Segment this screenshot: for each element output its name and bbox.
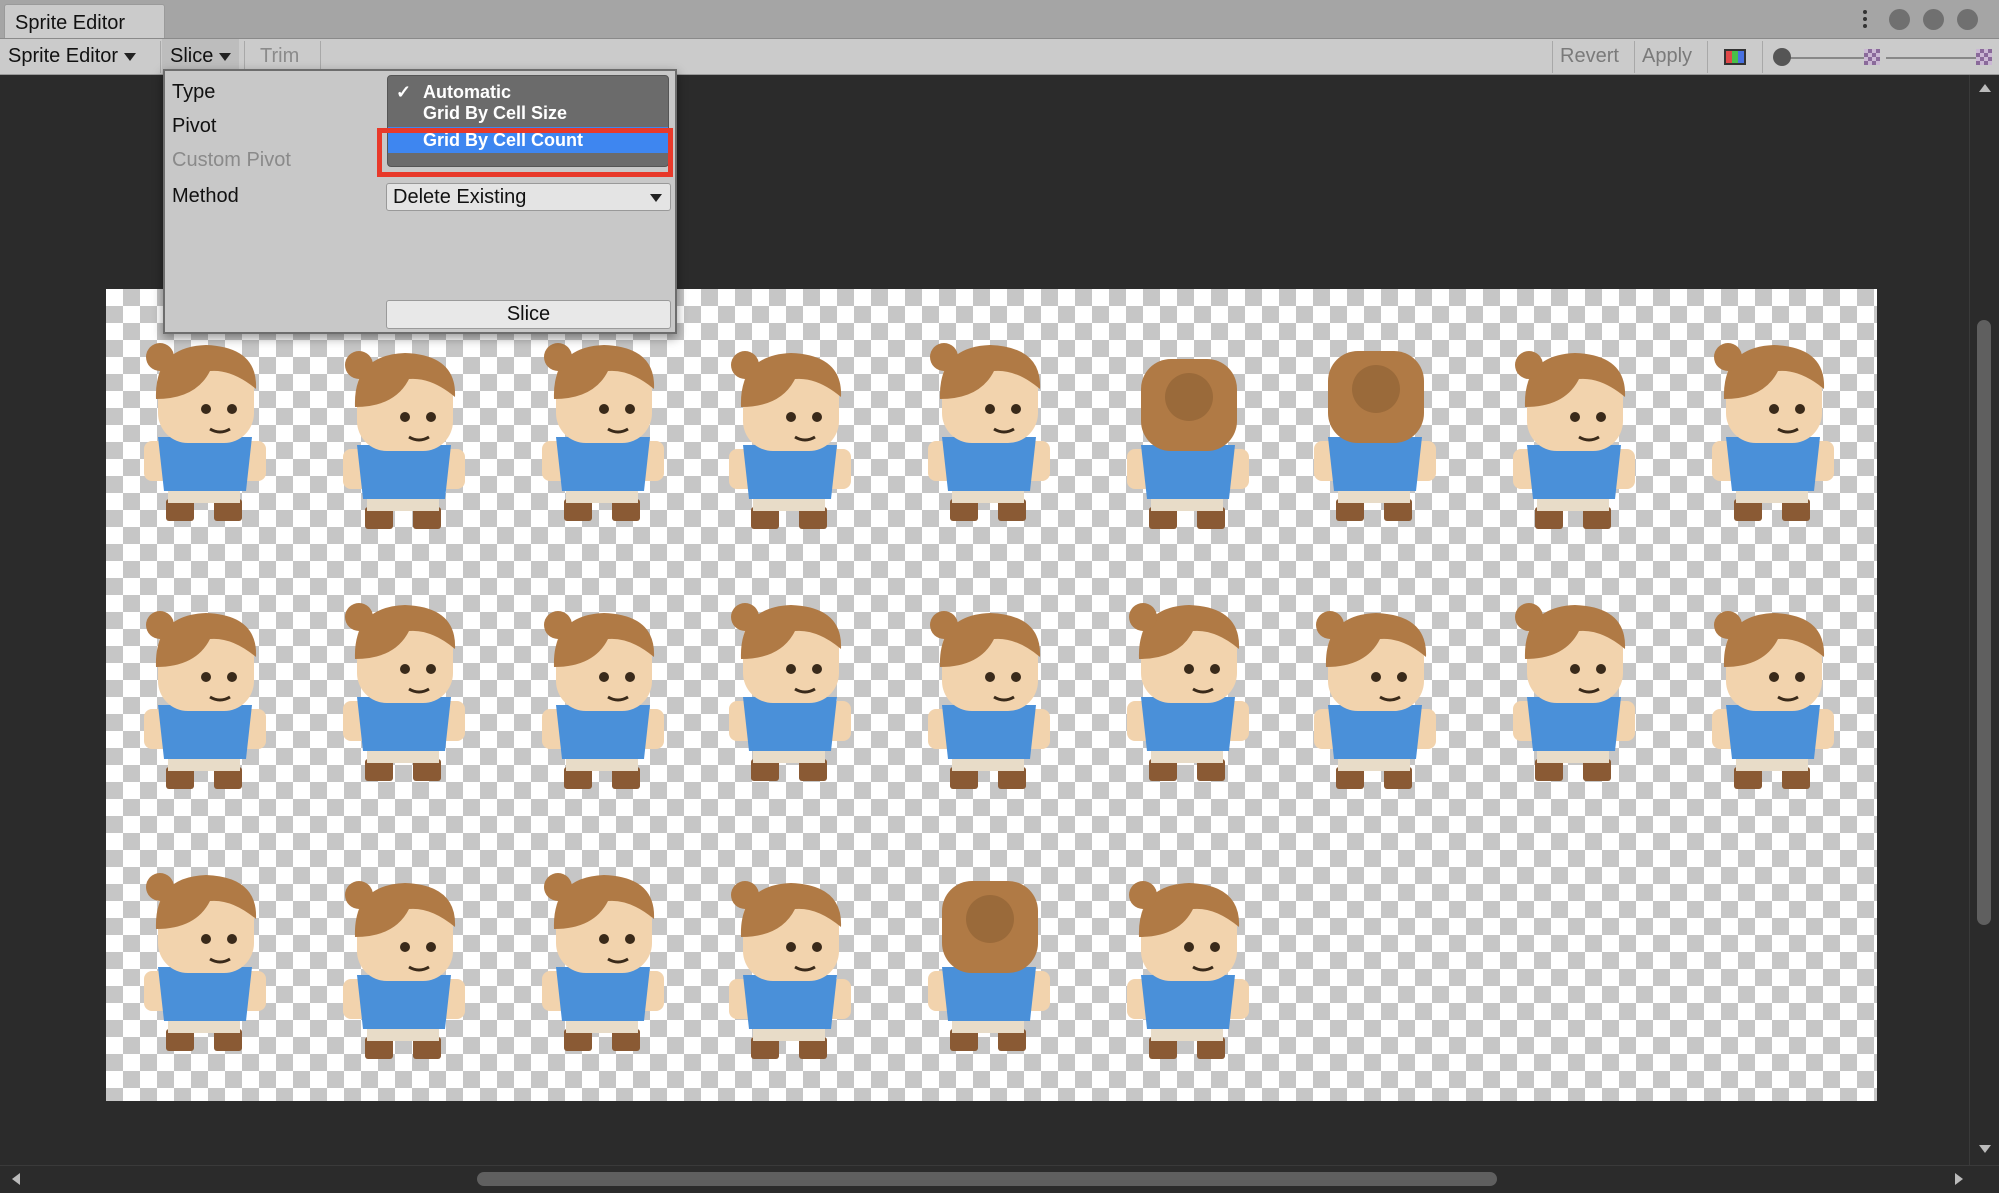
chevron-down-icon	[650, 194, 662, 202]
annotation-highlight-box	[377, 128, 673, 177]
character-sprite[interactable]	[542, 343, 664, 521]
chevron-down-icon	[124, 52, 137, 61]
alpha-icon	[1864, 49, 1880, 65]
character-sprite[interactable]	[542, 611, 664, 789]
character-sprite[interactable]	[1314, 351, 1436, 521]
character-sprite[interactable]	[144, 611, 266, 789]
character-sprite[interactable]	[928, 611, 1050, 789]
window-tab-bar: Sprite Editor	[0, 0, 1999, 39]
custom-pivot-label: Custom Pivot	[172, 149, 291, 171]
character-sprite[interactable]	[1127, 881, 1249, 1059]
character-sprites	[144, 343, 1834, 1059]
character-sprite[interactable]	[928, 881, 1050, 1051]
mode-dropdown-label: Sprite Editor	[8, 45, 119, 67]
more-options-icon[interactable]	[1862, 10, 1868, 28]
window-minimize-button[interactable]	[1889, 9, 1910, 30]
character-sprite[interactable]	[1127, 359, 1249, 529]
sprite-sheet-texture[interactable]	[106, 289, 1877, 1101]
character-sprite[interactable]	[928, 343, 1050, 521]
pivot-label: Pivot	[172, 115, 217, 137]
character-sprite[interactable]	[729, 881, 851, 1059]
method-dropdown-value: Delete Existing	[393, 186, 527, 208]
scroll-right-icon[interactable]	[1955, 1173, 1963, 1185]
scroll-up-icon[interactable]	[1979, 84, 1991, 92]
character-sprite[interactable]	[542, 873, 664, 1051]
character-sprite[interactable]	[1314, 611, 1436, 789]
type-option-grid-by-cell-size[interactable]: Grid By Cell Size	[388, 100, 668, 126]
character-sprite[interactable]	[343, 351, 465, 529]
revert-button[interactable]: Revert	[1560, 39, 1619, 74]
character-sprite[interactable]	[144, 343, 266, 521]
type-label: Type	[172, 81, 216, 103]
horizontal-scrollbar[interactable]	[0, 1165, 1999, 1193]
zoom-slider-handle[interactable]	[1773, 48, 1791, 66]
character-sprite[interactable]	[1127, 603, 1249, 781]
color-channel-toggle-icon[interactable]	[1724, 49, 1746, 65]
mip-level-icon	[1976, 49, 1992, 65]
vertical-scroll-thumb[interactable]	[1977, 320, 1991, 925]
character-sprite[interactable]	[729, 351, 851, 529]
character-sprite[interactable]	[1513, 351, 1635, 529]
character-sprite[interactable]	[343, 881, 465, 1059]
apply-button[interactable]: Apply	[1642, 39, 1692, 74]
mode-dropdown[interactable]: Sprite Editor	[8, 39, 137, 74]
scroll-down-icon[interactable]	[1979, 1145, 1991, 1153]
slice-popup: Type Pivot Custom Pivot Method Delete Ex…	[163, 69, 677, 334]
sprite-editor-tab[interactable]: Sprite Editor	[4, 4, 165, 38]
window-close-button[interactable]	[1957, 9, 1978, 30]
character-sprite[interactable]	[1712, 343, 1834, 521]
slice-button[interactable]: Slice	[386, 300, 671, 329]
character-sprite[interactable]	[1513, 603, 1635, 781]
horizontal-scroll-thumb[interactable]	[477, 1172, 1497, 1186]
method-label: Method	[172, 185, 239, 207]
mip-slider-track[interactable]	[1886, 57, 1976, 59]
character-sprite[interactable]	[729, 603, 851, 781]
vertical-scrollbar[interactable]	[1969, 75, 1999, 1165]
character-sprite[interactable]	[144, 873, 266, 1051]
tab-title: Sprite Editor	[15, 12, 126, 34]
window-maximize-button[interactable]	[1923, 9, 1944, 30]
slice-menu-label: Slice	[170, 45, 214, 67]
character-sprite[interactable]	[1712, 611, 1834, 789]
zoom-slider-track[interactable]	[1780, 57, 1865, 59]
character-sprite[interactable]	[343, 603, 465, 781]
chevron-down-icon	[219, 52, 232, 61]
scroll-left-icon[interactable]	[12, 1173, 20, 1185]
method-dropdown[interactable]: Delete Existing	[386, 183, 671, 211]
